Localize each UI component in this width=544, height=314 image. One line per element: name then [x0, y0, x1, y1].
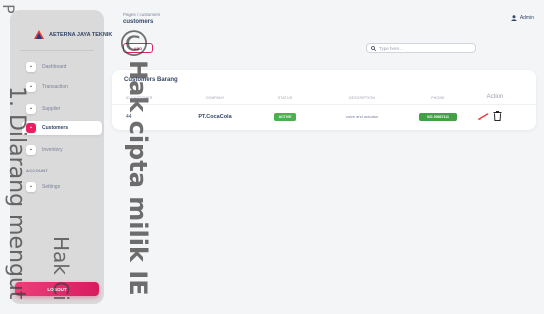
watermark-line2: Hak Ci: [48, 236, 74, 314]
watermark-line1: 1. Dilarang mengut: [0, 86, 30, 314]
customers-card: Customers Barang ID CUSTOMER COMPANY STA…: [112, 70, 536, 130]
column-header-action: Action: [486, 94, 504, 100]
watermark-main-text: Hak cipta milik IE: [124, 60, 152, 296]
column-header-company: COMPANY: [205, 96, 225, 100]
sidebar-item-supplier[interactable]: ▪ Supplier: [22, 102, 102, 116]
user-icon: [510, 15, 517, 21]
status-badge: ACTIVE: [274, 113, 296, 121]
brand-name: AETERNA JAYA TEKNIK: [49, 31, 113, 38]
table-header-divider: [112, 104, 536, 105]
watermark-line2-text: Hak Ci: [49, 236, 73, 301]
search-box[interactable]: [366, 43, 476, 53]
column-header-description: DESCRIPTION: [348, 96, 376, 100]
watermark-main: Hak cipta milik IE: [122, 60, 152, 314]
breadcrumb: Pages / customers: [123, 12, 161, 17]
sidebar-item-label: Inventory: [42, 147, 63, 153]
watermark-copyright-symbol: ©: [116, 24, 152, 65]
delete-icon[interactable]: [493, 111, 502, 121]
sidebar-item-label: Customers: [42, 125, 69, 131]
user-menu[interactable]: Admin: [510, 15, 534, 21]
brand-logo-icon: [34, 30, 44, 39]
edit-icon[interactable]: [478, 112, 489, 120]
sidebar-item-label: Dashboard: [42, 64, 67, 70]
sidebar-item-settings[interactable]: ▪ Settings: [22, 180, 102, 194]
sidebar-item-customers[interactable]: ▪ Customers: [22, 121, 102, 135]
watermark-edge-text: P: [0, 4, 16, 14]
column-header-status: STATUS: [277, 96, 293, 100]
sidebar-item-dashboard[interactable]: ▪ Dashboard: [22, 60, 102, 74]
column-header-phone: PHONE: [431, 96, 445, 100]
sidebar-divider: [20, 50, 94, 51]
cell-company: PT.CocaCola: [198, 114, 232, 120]
phone-badge: 021 59837111: [419, 113, 457, 121]
row-actions: [478, 111, 502, 121]
sidebar-item-inventory[interactable]: ▪ Inventory: [22, 143, 102, 157]
dashboard-icon: ▪: [26, 62, 36, 72]
cell-description: valve and actuator: [345, 114, 379, 119]
sidebar-item-label: Settings: [42, 184, 61, 190]
sidebar-item-label: Transaction: [42, 84, 68, 90]
watermark-edge: P: [0, 4, 16, 32]
user-name: Admin: [519, 15, 534, 21]
search-icon: [371, 45, 376, 51]
brand[interactable]: AETERNA JAYA TEKNIK: [34, 30, 112, 39]
watermark-line1-text: 1. Dilarang mengut: [4, 86, 29, 300]
sidebar-item-label: Supplier: [42, 106, 61, 112]
sidebar-item-transaction[interactable]: ▪ Transaction: [22, 80, 102, 94]
search-input[interactable]: [379, 45, 469, 51]
